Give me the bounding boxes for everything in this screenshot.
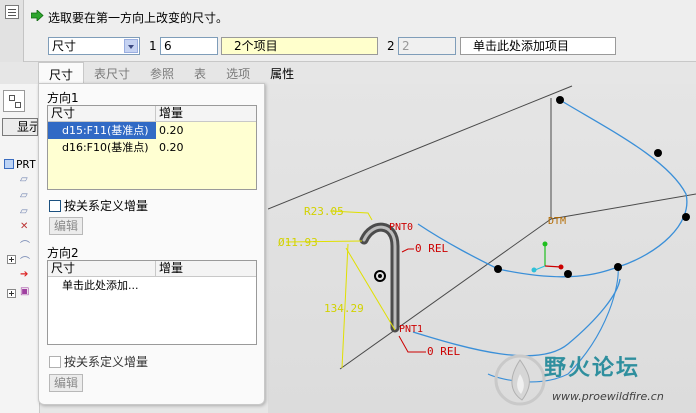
row-increment[interactable]: 0.20: [156, 139, 184, 156]
sketch-vertex[interactable]: [556, 96, 564, 104]
tree-expand-icon[interactable]: [7, 255, 16, 264]
feature-dashboard: 选取要在第一方向上改变的尺寸。 尺寸 1 6 2个项目 2 2 单击此处添加项目: [0, 0, 696, 62]
watermark: 野火论坛 www.proewildfire.cn: [486, 346, 696, 413]
datum-plane-icon[interactable]: ▱: [20, 190, 28, 201]
direction2-table: 尺寸 增量 单击此处添加...: [47, 260, 257, 345]
tab-properties[interactable]: 属性: [260, 62, 304, 83]
row-dimension[interactable]: d15:F11(基准点): [48, 122, 156, 139]
sketch-curve[interactable]: [497, 266, 619, 278]
point-label-pnt0: PNT0: [389, 222, 413, 233]
green-arrow-icon: [31, 10, 44, 21]
define-by-relation-checkbox-1[interactable]: 按关系定义增量: [49, 197, 148, 214]
watermark-title: 野火论坛: [544, 356, 641, 381]
relation-label-1: 0 REL: [427, 345, 460, 358]
dimension-length[interactable]: 134.29: [324, 302, 364, 315]
dimensions-panel: 方向1 尺寸 增量 d15:F11(基准点) 0.20 d16:F10(基准点)…: [38, 83, 265, 405]
direction1-count-input[interactable]: 6: [160, 37, 218, 55]
message-log-icon[interactable]: [5, 5, 19, 19]
csys-point: [558, 264, 564, 270]
table-header: 尺寸 增量: [48, 106, 256, 122]
datum-label-dtm: DTM: [548, 216, 566, 227]
direction2-count-input[interactable]: 2: [398, 37, 456, 55]
tab-references[interactable]: 参照: [140, 62, 184, 83]
column-dimension: 尺寸: [48, 106, 156, 121]
part-icon: [4, 159, 14, 169]
sketch-curve[interactable]: [559, 99, 688, 268]
pattern-type-value: 尺寸: [52, 39, 77, 53]
direction1-items-collector[interactable]: 2个项目: [221, 37, 378, 55]
dimension-diameter[interactable]: Ø11.93: [278, 236, 318, 249]
sketch-vertex[interactable]: [614, 263, 622, 271]
define-by-relation-checkbox-2[interactable]: 按关系定义增量: [49, 353, 148, 370]
checkbox-box[interactable]: [49, 200, 61, 212]
dimension-radius[interactable]: R23.05: [304, 205, 344, 218]
column-increment: 增量: [159, 261, 184, 275]
direction1-table: 尺寸 增量 d15:F11(基准点) 0.20 d16:F10(基准点) 0.2…: [47, 105, 257, 190]
dimension-extension: [345, 247, 396, 331]
tab-table-dimensions[interactable]: 表尺寸: [84, 62, 140, 83]
annotation-leader: [401, 248, 414, 253]
tab-table[interactable]: 表: [184, 62, 216, 83]
rod-center-marker: [378, 274, 382, 278]
pattern-type-select[interactable]: 尺寸: [48, 37, 140, 55]
column-increment: 增量: [159, 106, 184, 120]
relation-label-0: 0 REL: [415, 242, 448, 255]
datum-plane-icon[interactable]: ▱: [20, 206, 28, 217]
model-tree-tab-icon[interactable]: [3, 90, 25, 112]
direction2-title: 方向2: [47, 246, 79, 260]
datum-plane-edge: [268, 85, 573, 210]
datum-csys-icon[interactable]: ✕: [20, 221, 28, 232]
sketch-vertex[interactable]: [682, 213, 690, 221]
csys-point: [542, 241, 548, 247]
column-dimension: 尺寸: [48, 261, 156, 276]
table-row[interactable]: d16:F10(基准点) 0.20: [48, 139, 256, 156]
model-tree-panel: 显示 PRT ▱ ▱ ▱ ✕ ⌒ ⌒ ➔ ▣: [0, 84, 40, 413]
dashboard-left-strip: [0, 0, 24, 62]
feature-group-icon[interactable]: ▣: [20, 286, 29, 297]
datum-plane-icon[interactable]: ▱: [20, 174, 28, 185]
prompt-message: 选取要在第一方向上改变的尺寸。: [48, 11, 229, 25]
table-header: 尺寸 增量: [48, 261, 256, 277]
direction1-number-label: 1: [149, 39, 157, 53]
checkbox-label: 按关系定义增量: [64, 199, 149, 213]
watermark-url: www.proewildfire.cn: [552, 390, 664, 403]
direction2-items-collector[interactable]: 单击此处添加项目: [460, 37, 616, 55]
edit-button-2[interactable]: 编辑: [49, 374, 83, 392]
tree-root-label: PRT: [16, 158, 36, 171]
show-button[interactable]: 显示: [2, 118, 38, 136]
edit-button-1[interactable]: 编辑: [49, 217, 83, 235]
tree-root-item[interactable]: PRT: [4, 158, 36, 171]
curve-icon[interactable]: ⌒: [20, 237, 30, 252]
sketch-vertex[interactable]: [494, 265, 502, 273]
tab-dimensions[interactable]: 尺寸: [38, 62, 85, 83]
table-row[interactable]: 单击此处添加...: [48, 277, 256, 294]
row-dimension[interactable]: d16:F10(基准点): [48, 139, 156, 156]
csys-z-axis: [534, 265, 546, 271]
direction1-title: 方向1: [47, 91, 79, 105]
table-row[interactable]: d15:F11(基准点) 0.20: [48, 122, 256, 139]
checkbox-label: 按关系定义增量: [64, 355, 149, 369]
sketch-vertex[interactable]: [564, 270, 572, 278]
checkbox-box[interactable]: [49, 356, 61, 368]
point-label-pnt1: PNT1: [399, 324, 423, 335]
dashboard-tabs: 尺寸 表尺寸 参照 表 选项 属性: [38, 62, 304, 83]
annotation-leader: [398, 335, 426, 353]
direction2-number-label: 2: [387, 39, 395, 53]
chevron-down-icon[interactable]: [124, 39, 138, 53]
flame-logo-icon: [494, 354, 546, 406]
tree-expand-icon[interactable]: [7, 289, 16, 298]
tab-options[interactable]: 选项: [216, 62, 260, 83]
row-increment[interactable]: 0.20: [156, 122, 184, 139]
sketch-vertex[interactable]: [654, 149, 662, 157]
curve-icon[interactable]: ⌒: [20, 253, 30, 268]
insert-here-arrow-icon[interactable]: ➔: [20, 269, 28, 280]
datum-plane-edge: [550, 193, 696, 220]
add-item-placeholder[interactable]: 单击此处添加...: [48, 277, 248, 294]
csys-point: [531, 267, 537, 273]
